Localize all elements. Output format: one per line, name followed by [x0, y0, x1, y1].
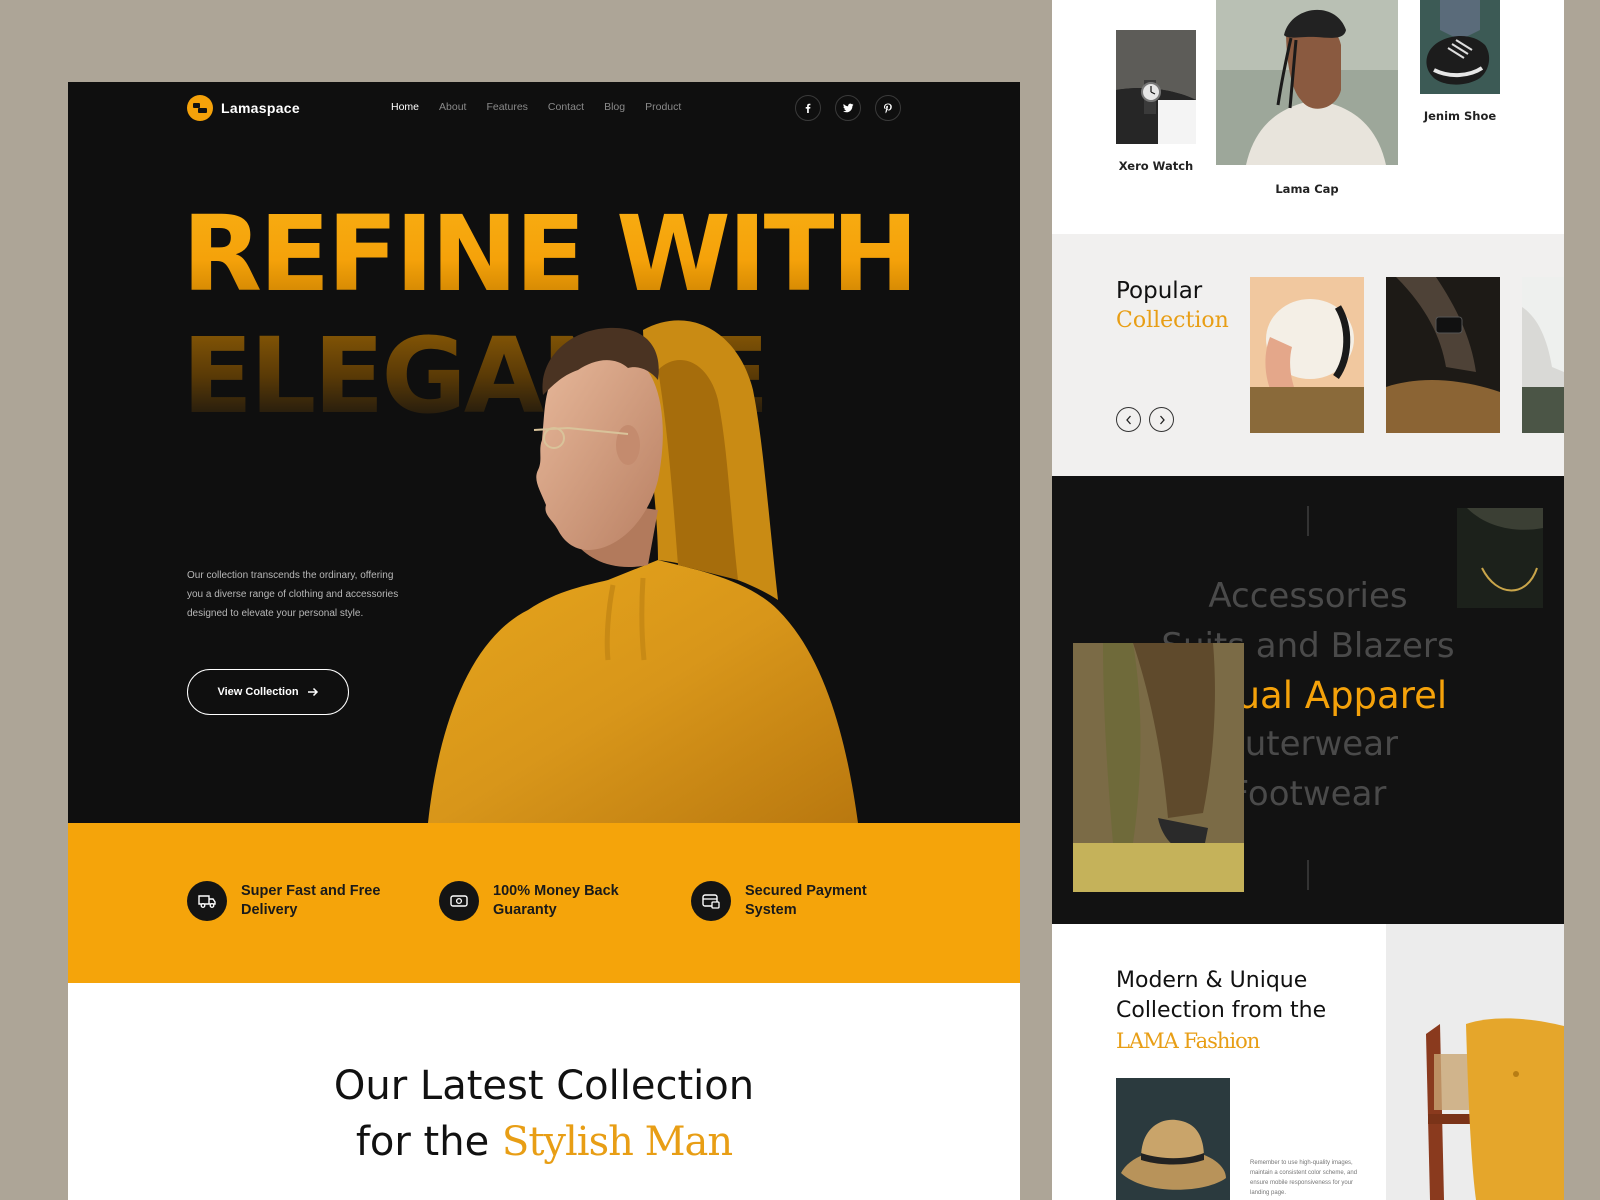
- carousel-controls: [1116, 407, 1174, 432]
- hero-description: Our collection transcends the ordinary, …: [187, 570, 399, 619]
- modern-note: Remember to use high-quality images, mai…: [1250, 1160, 1358, 1196]
- nav-link-home[interactable]: Home: [391, 101, 419, 113]
- nav-link-product[interactable]: Product: [645, 101, 681, 113]
- latest-title-line-1: Our Latest Collection: [333, 1063, 755, 1109]
- logo-icon: [187, 95, 213, 121]
- nav-link-contact[interactable]: Contact: [548, 101, 584, 113]
- popular-collection-section: Popular Collection: [1052, 234, 1564, 476]
- chevron-left-icon: [1125, 415, 1131, 424]
- hero-model-image: [428, 320, 858, 823]
- nav-link-features[interactable]: Features: [486, 101, 527, 113]
- product-name: Jenim Shoe: [1423, 109, 1497, 123]
- social-links: [795, 95, 901, 121]
- product-card-lama-cap[interactable]: Lama Cap: [1216, 0, 1398, 196]
- jenim-shoe-image: [1420, 0, 1500, 94]
- modern-title-line-2: Collection from the: [1116, 998, 1327, 1023]
- popular-title-line-1: Popular: [1116, 278, 1203, 304]
- latest-title-prefix: for the: [355, 1119, 502, 1165]
- product-name: Xero Watch: [1118, 159, 1194, 173]
- carousel-next-button[interactable]: [1149, 407, 1174, 432]
- delivery-truck-icon: [187, 881, 227, 921]
- money-icon: [439, 881, 479, 921]
- chair-with-jacket-image: [1426, 1018, 1564, 1200]
- popular-item-hat[interactable]: [1250, 277, 1364, 433]
- landing-page-main: Lamaspace Home About Features Contact Bl…: [68, 82, 1020, 1200]
- feature-secure-payment-label: Secured Payment System: [745, 883, 867, 918]
- arrow-right-icon: [307, 687, 318, 697]
- modern-title-accent: LAMA Fashion: [1116, 1029, 1260, 1053]
- view-collection-button[interactable]: View Collection: [187, 669, 349, 715]
- category-casual-image: [1073, 643, 1244, 892]
- feature-money-back-label: 100% Money Back Guaranty: [493, 883, 619, 918]
- brand-name: Lamaspace: [221, 100, 300, 116]
- facebook-icon[interactable]: [795, 95, 821, 121]
- feature-money-back: 100% Money Back Guaranty: [439, 881, 653, 921]
- popular-item-wristwatch[interactable]: [1386, 277, 1500, 433]
- latest-title-accent: Stylish Man: [501, 1119, 733, 1165]
- popular-title: Popular Collection: [1116, 276, 1229, 336]
- feature-secure-payment: Secured Payment System: [691, 881, 905, 921]
- chevron-right-icon: [1159, 415, 1165, 424]
- modern-title: Modern & Unique Collection from the LAMA…: [1116, 966, 1356, 1056]
- view-collection-label: View Collection: [217, 686, 299, 698]
- top-navigation: Lamaspace Home About Features Contact Bl…: [68, 82, 1020, 138]
- nav-link-blog[interactable]: Blog: [604, 101, 625, 113]
- latest-title-line-2: for the Stylish Man: [68, 1119, 1020, 1165]
- features-band: Super Fast and Free Delivery 100% Money …: [68, 823, 1020, 983]
- modern-side-image-panel: [1386, 924, 1564, 1200]
- landing-page-secondary: Xero Watch Lama Cap Jenim Shoe Popular C…: [1052, 0, 1564, 1200]
- hero-section: Lamaspace Home About Features Contact Bl…: [68, 82, 1020, 823]
- xero-watch-image: [1116, 30, 1196, 144]
- pinterest-icon[interactable]: [875, 95, 901, 121]
- category-accessories[interactable]: Accessories: [1052, 576, 1564, 616]
- twitter-icon[interactable]: [835, 95, 861, 121]
- nav-link-about[interactable]: About: [439, 101, 466, 113]
- popular-item-partial[interactable]: [1522, 277, 1564, 433]
- popular-title-line-2: Collection: [1116, 308, 1229, 333]
- lama-cap-image: [1216, 0, 1398, 165]
- carousel-prev-button[interactable]: [1116, 407, 1141, 432]
- product-name: Lama Cap: [1275, 182, 1339, 196]
- categories-section: Accessories Suits and Blazers Casual App…: [1052, 476, 1564, 924]
- modern-title-line-1: Modern & Unique: [1116, 968, 1308, 993]
- product-card-xero-watch[interactable]: Xero Watch: [1116, 30, 1196, 173]
- latest-collection-section: Our Latest Collection for the Stylish Ma…: [68, 983, 1020, 1200]
- divider-top: [1307, 506, 1309, 536]
- product-card-jenim-shoe[interactable]: Jenim Shoe: [1420, 0, 1500, 123]
- feature-delivery-label: Super Fast and Free Delivery: [241, 883, 381, 918]
- secure-payment-icon: [691, 881, 731, 921]
- modern-collection-section: Modern & Unique Collection from the LAMA…: [1052, 924, 1564, 1200]
- modern-hat-image: [1116, 1078, 1230, 1200]
- feature-delivery: Super Fast and Free Delivery: [187, 881, 401, 921]
- brand-logo[interactable]: Lamaspace: [187, 95, 300, 121]
- headline-line-1: REFINE WITH: [182, 202, 942, 306]
- divider-bottom: [1307, 860, 1309, 890]
- nav-links: Home About Features Contact Blog Product: [391, 101, 681, 113]
